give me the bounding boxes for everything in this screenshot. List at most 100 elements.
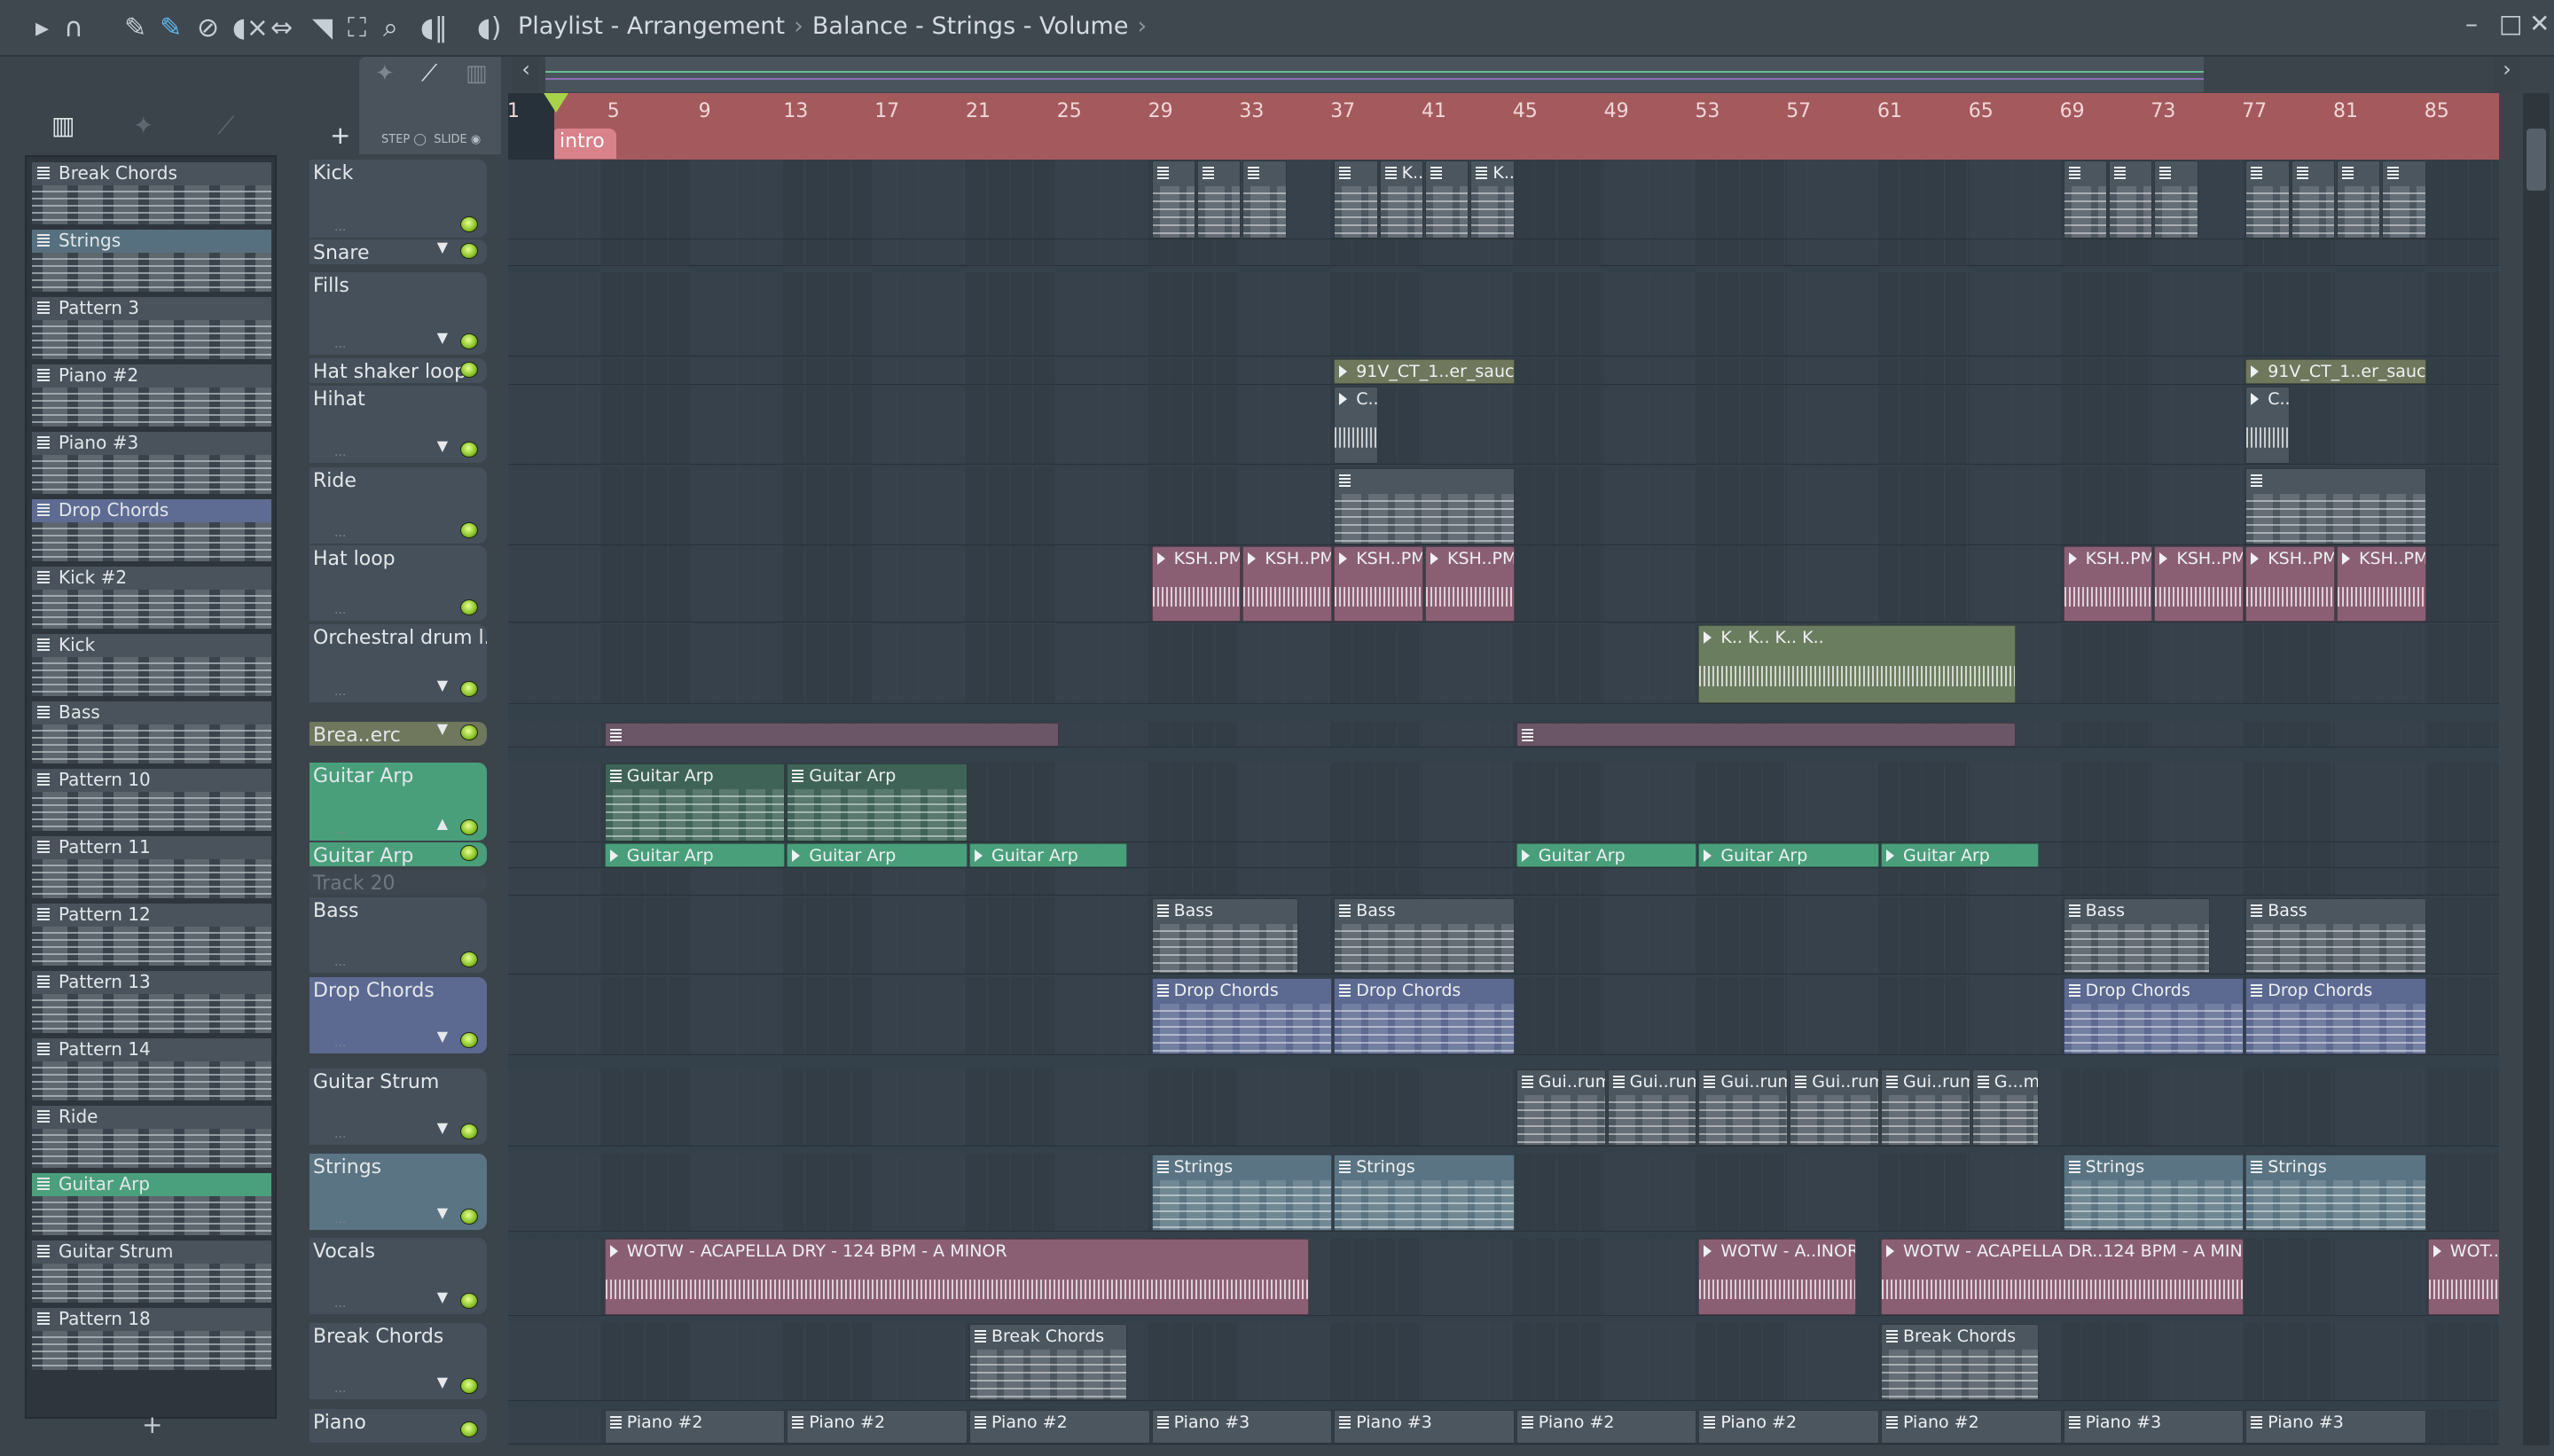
scrollbar-thumb[interactable] bbox=[2527, 129, 2546, 191]
track-expand-icon[interactable]: ▼ bbox=[437, 1028, 448, 1045]
clip[interactable]: Guitar Arp bbox=[1881, 843, 2039, 867]
clip[interactable]: Gui..rum bbox=[1516, 1069, 1606, 1146]
track-header[interactable]: Vocals... ▼ bbox=[309, 1238, 487, 1314]
track-header[interactable]: Hihat... ▼ bbox=[309, 386, 487, 463]
clip[interactable] bbox=[2337, 160, 2381, 239]
select-icon[interactable]: ⛶ bbox=[348, 12, 366, 43]
playhead-marker[interactable] bbox=[544, 93, 568, 113]
track-mute-led[interactable] bbox=[460, 362, 478, 378]
clip[interactable] bbox=[1516, 723, 2017, 747]
clip[interactable]: Piano #3 bbox=[1151, 1410, 1333, 1444]
clip[interactable]: K.. K.. K.. K.. bbox=[1698, 625, 2017, 703]
track-mute-led[interactable] bbox=[460, 216, 478, 232]
playlist-grid[interactable]: K.. K.. 91V_CT_1..er_sauce 91V_CT_1..er_sau… bbox=[508, 160, 2499, 1445]
clip[interactable] bbox=[2291, 160, 2335, 239]
track-expand-icon[interactable]: ▼ bbox=[437, 722, 448, 737]
pattern-item[interactable]: Kick bbox=[32, 634, 271, 698]
clip[interactable] bbox=[1197, 160, 1242, 239]
automation-icon[interactable]: ⟋ bbox=[421, 60, 437, 88]
clip[interactable]: Guitar Arp bbox=[969, 843, 1127, 867]
add-pattern-button[interactable]: + bbox=[142, 1410, 162, 1439]
clip[interactable]: Piano #3 bbox=[1334, 1410, 1515, 1444]
track-header[interactable]: Strings... ▼ bbox=[309, 1154, 487, 1230]
track-expand-icon[interactable]: ▼ bbox=[437, 329, 448, 346]
audio-wave-icon[interactable]: ✦ bbox=[375, 60, 395, 87]
clip[interactable]: 91V_CT_1..er_sauce bbox=[1334, 359, 1515, 384]
mute-icon[interactable]: ◖× bbox=[232, 12, 269, 43]
pattern-item[interactable]: Guitar Strum bbox=[32, 1241, 271, 1304]
clip[interactable]: Drop Chords bbox=[2063, 978, 2245, 1054]
track-mute-led[interactable] bbox=[460, 1123, 478, 1139]
track-header[interactable]: Break Chords... ▼ bbox=[309, 1323, 487, 1399]
track-mute-led[interactable] bbox=[460, 243, 478, 259]
magnet-icon[interactable]: ∩ bbox=[64, 12, 83, 43]
clip[interactable]: Drop Chords bbox=[1334, 978, 1515, 1054]
track-options[interactable]: ... bbox=[334, 955, 346, 969]
track-lane[interactable] bbox=[508, 239, 2499, 266]
clip[interactable]: KSH..PM bbox=[1242, 546, 1333, 622]
clip[interactable]: WOTW - A..INOR bbox=[1698, 1239, 1857, 1315]
clip[interactable]: Strings bbox=[2063, 1155, 2245, 1231]
track-expand-icon[interactable]: ▲ bbox=[437, 815, 448, 832]
track-header[interactable]: Guitar Arp bbox=[309, 842, 487, 866]
pattern-item[interactable]: Ride bbox=[32, 1106, 271, 1170]
play-arrow-icon[interactable]: ▸ bbox=[35, 12, 49, 43]
scroll-left-button[interactable]: ‹ bbox=[513, 57, 539, 92]
clip[interactable]: Drop Chords bbox=[1151, 978, 1333, 1054]
track-mute-led[interactable] bbox=[460, 1293, 478, 1309]
pattern-item[interactable]: Pattern 10 bbox=[32, 769, 271, 833]
pattern-item[interactable]: Piano #2 bbox=[32, 364, 271, 428]
clip[interactable]: Piano #3 bbox=[2245, 1410, 2426, 1444]
minimize-button[interactable]: – bbox=[2465, 9, 2478, 38]
clip[interactable]: Guitar Arp bbox=[1516, 843, 1697, 867]
track-options[interactable]: ... bbox=[334, 1036, 346, 1050]
clip[interactable]: Piano #2 bbox=[969, 1410, 1150, 1444]
clip[interactable]: Bass bbox=[1151, 898, 1298, 974]
pattern-item[interactable]: Break Chords bbox=[32, 162, 271, 226]
track-lane[interactable] bbox=[508, 1323, 2499, 1401]
track-header[interactable]: Guitar Arp... ▲ bbox=[309, 763, 487, 841]
clip[interactable]: Piano #2 bbox=[1698, 1410, 1879, 1444]
clip[interactable]: Guitar Arp bbox=[604, 843, 786, 867]
clip[interactable] bbox=[2063, 160, 2107, 239]
clip[interactable] bbox=[1242, 160, 1287, 239]
pencil-icon[interactable]: ✎ bbox=[124, 12, 146, 43]
speaker-icon[interactable]: ◖) bbox=[477, 12, 502, 43]
track-mute-led[interactable] bbox=[460, 1209, 478, 1225]
pattern-item[interactable]: Piano #3 bbox=[32, 432, 271, 496]
track-header[interactable]: Snare ▼ bbox=[309, 239, 487, 264]
track-mute-led[interactable] bbox=[460, 819, 478, 835]
pattern-item[interactable]: Pattern 3 bbox=[32, 297, 271, 361]
clip[interactable]: Piano #3 bbox=[2063, 1410, 2245, 1444]
track-header[interactable]: Ride... bbox=[309, 467, 487, 544]
pattern-item[interactable]: Kick #2 bbox=[32, 567, 271, 630]
clip[interactable]: Bass bbox=[1334, 898, 1515, 974]
clip[interactable]: KSH..PM bbox=[2337, 546, 2426, 622]
slice-icon[interactable]: ◥ bbox=[312, 12, 333, 43]
clip[interactable]: G...m bbox=[1971, 1069, 2039, 1146]
clip[interactable]: Drop Chords bbox=[2245, 978, 2426, 1054]
clip[interactable]: Guitar Arp bbox=[787, 843, 968, 867]
track-mute-led[interactable] bbox=[460, 333, 478, 349]
zoom-icon[interactable]: ⌕ bbox=[383, 12, 398, 43]
pattern-item[interactable]: Drop Chords bbox=[32, 499, 271, 563]
track-mute-led[interactable] bbox=[460, 845, 478, 861]
track-options[interactable]: ... bbox=[334, 445, 346, 459]
timeline-ruler[interactable]: intro 1 5 9 13 17 21 25 29 33 37 41 45 49 53 57 61 65 69 7… bbox=[507, 93, 2499, 160]
track-expand-icon[interactable]: ▼ bbox=[437, 1119, 448, 1136]
clip[interactable]: Piano #2 bbox=[1516, 1410, 1697, 1444]
clip[interactable]: C.. bbox=[1334, 387, 1378, 464]
track-mute-led[interactable] bbox=[460, 522, 478, 538]
clip[interactable] bbox=[604, 723, 1059, 747]
track-mute-led[interactable] bbox=[460, 599, 478, 615]
marker-intro[interactable]: intro bbox=[554, 129, 616, 159]
clip[interactable]: Bass bbox=[2063, 898, 2210, 974]
clip[interactable]: WOT..OR bbox=[2427, 1239, 2499, 1315]
close-button[interactable]: ✕ bbox=[2529, 9, 2550, 38]
track-header[interactable]: Track 20 bbox=[309, 870, 487, 894]
clip[interactable]: Guitar Arp bbox=[1698, 843, 1879, 867]
clip[interactable]: Gui..rum bbox=[1881, 1069, 1970, 1146]
track-expand-icon[interactable]: ▼ bbox=[437, 239, 448, 255]
track-lane[interactable] bbox=[508, 1069, 2499, 1147]
add-track-button[interactable]: + bbox=[330, 121, 350, 150]
